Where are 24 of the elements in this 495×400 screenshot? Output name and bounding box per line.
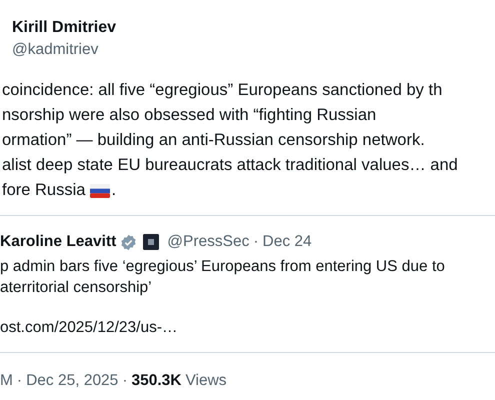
post-text-line: fore Russia xyxy=(2,180,86,201)
views-label: Views xyxy=(185,371,227,391)
separator-dot: · xyxy=(16,371,22,391)
affiliation-badge-icon xyxy=(143,234,160,250)
post-text-end: . xyxy=(111,180,116,201)
quote-text-line: aterritorial censorship’ xyxy=(0,278,153,298)
post-date[interactable]: Dec 25, 2025 xyxy=(26,371,118,391)
quote-author-name: Karoline Leavitt xyxy=(0,232,116,252)
views-count: 350.3K xyxy=(131,371,182,391)
author-handle[interactable]: @kadmitriev xyxy=(12,40,495,60)
quote-card[interactable]: Karoline Leavitt @PressSec · Dec 24 p admin bars five ‘egregious’ Europeans from entering US due to aterritorial censorship’ ost.com/2025/12/23/us-… xyxy=(0,215,495,353)
author-name[interactable]: Kirill Dmitriev xyxy=(12,18,495,38)
post-text-line: coincidence: all five “egregious” Europeans sanctioned by th xyxy=(2,80,444,101)
quote-link[interactable]: ost.com/2025/12/23/us-… xyxy=(0,317,495,338)
separator-dot: · xyxy=(122,371,128,391)
quote-author-handle: @PressSec xyxy=(167,232,250,252)
russian-flag-icon xyxy=(90,184,110,198)
post-time[interactable]: M xyxy=(0,371,13,391)
post-text-line: alist deep state EU bureaucrats attack traditional values… and xyxy=(2,155,459,176)
separator-dot: · xyxy=(253,232,259,252)
post-text-line: nsorship were also obsessed with “fighting Russian xyxy=(2,105,378,126)
post-text-line: ormation” — building an anti-Russian censorship network. xyxy=(2,130,426,151)
quote-text-line: p admin bars five ‘egregious’ Europeans from entering US due to xyxy=(0,257,446,277)
quote-date: Dec 24 xyxy=(262,232,312,252)
